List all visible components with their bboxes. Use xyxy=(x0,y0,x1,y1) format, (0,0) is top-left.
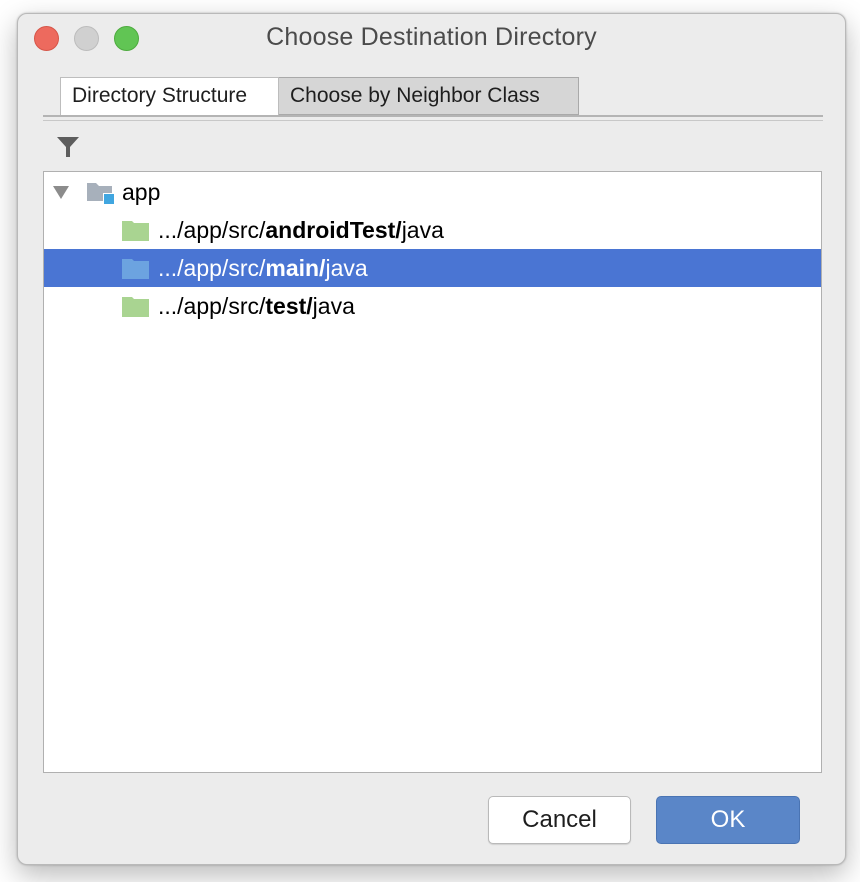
module-folder-icon xyxy=(87,183,114,204)
tab-divider-secondary xyxy=(43,120,823,121)
tree-label-test: .../app/src/test/java xyxy=(158,293,355,319)
tree-row-test[interactable]: .../app/src/test/java xyxy=(44,287,821,325)
window-title: Choose Destination Directory xyxy=(266,23,597,51)
tree-label-main: .../app/src/main/java xyxy=(158,255,368,281)
dialog-window: Choose Destination Directory Directory S… xyxy=(17,13,846,865)
tree-row-main[interactable]: .../app/src/main/java xyxy=(44,249,821,287)
test-source-folder-icon xyxy=(122,297,149,317)
tree-row-app[interactable]: app xyxy=(44,173,821,211)
cancel-button[interactable]: Cancel xyxy=(488,796,631,844)
tab-divider xyxy=(43,115,823,117)
tab-choose-by-neighbor-class[interactable]: Choose by Neighbor Class xyxy=(279,77,579,115)
source-folder-icon xyxy=(122,259,149,279)
title-bar: Choose Destination Directory xyxy=(18,14,845,62)
ok-button[interactable]: OK xyxy=(656,796,800,844)
tab-directory-structure[interactable]: Directory Structure xyxy=(60,77,279,115)
test-source-folder-icon xyxy=(122,221,149,241)
directory-tree[interactable]: app .../app/src/androidTest/java .../app… xyxy=(43,171,822,773)
filter-icon[interactable] xyxy=(56,135,80,159)
expand-triangle-icon[interactable] xyxy=(53,186,69,199)
tree-row-android-test[interactable]: .../app/src/androidTest/java xyxy=(44,211,821,249)
tree-label-app: app xyxy=(122,179,161,205)
tree-label-android-test: .../app/src/androidTest/java xyxy=(158,217,444,243)
